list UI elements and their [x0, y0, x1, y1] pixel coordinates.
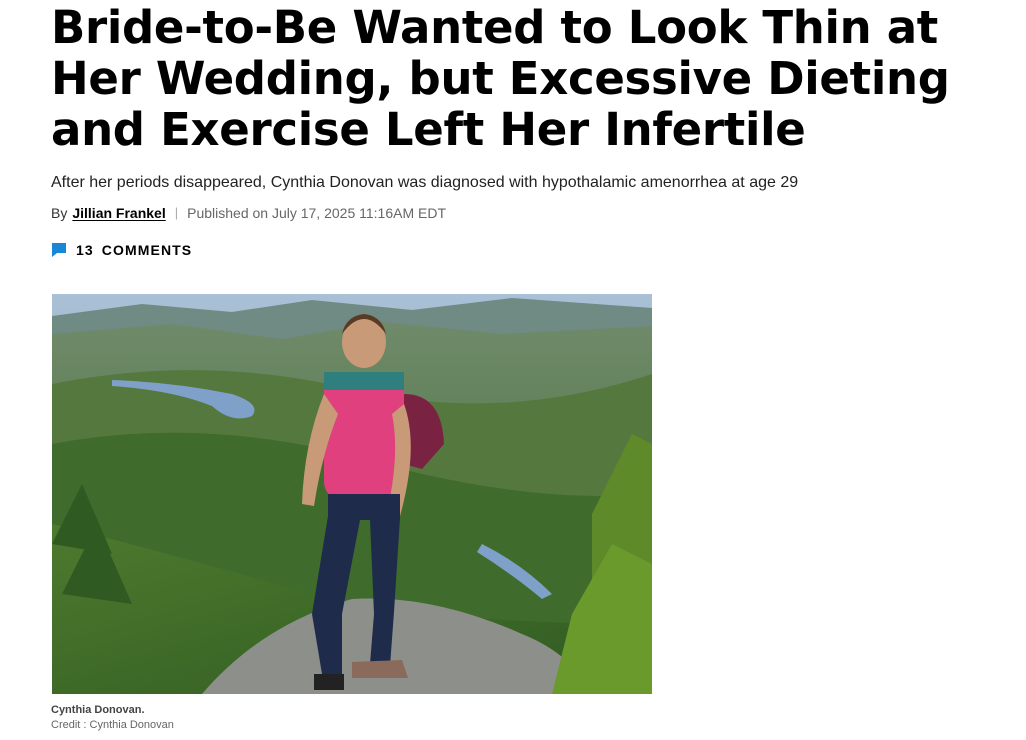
article-hero-image	[52, 294, 652, 694]
article-dek: After her periods disappeared, Cynthia D…	[51, 174, 799, 191]
author-link[interactable]: Jillian Frankel	[72, 204, 165, 222]
article-header: Bride-to-Be Wanted to Look Thin at Her W…	[51, 0, 1001, 258]
image-caption: Cynthia Donovan. Credit : Cynthia Donova…	[51, 703, 174, 733]
article-headline: Bride-to-Be Wanted to Look Thin at Her W…	[51, 1, 950, 156]
comments-button[interactable]: 13 COMMENTS	[51, 242, 1001, 258]
byline-prefix: By	[51, 205, 68, 221]
image-credit: Credit : Cynthia Donovan	[51, 719, 174, 731]
comments-label: COMMENTS	[101, 242, 193, 258]
byline-separator: |	[174, 205, 179, 220]
byline: By Jillian Frankel | Published on July 1…	[51, 204, 1001, 222]
comments-count: 13	[76, 242, 94, 258]
caption-text: Cynthia Donovan.	[51, 704, 145, 716]
published-date: Published on July 17, 2025 11:16AM EDT	[187, 205, 447, 221]
comment-bubble-icon	[51, 242, 67, 258]
